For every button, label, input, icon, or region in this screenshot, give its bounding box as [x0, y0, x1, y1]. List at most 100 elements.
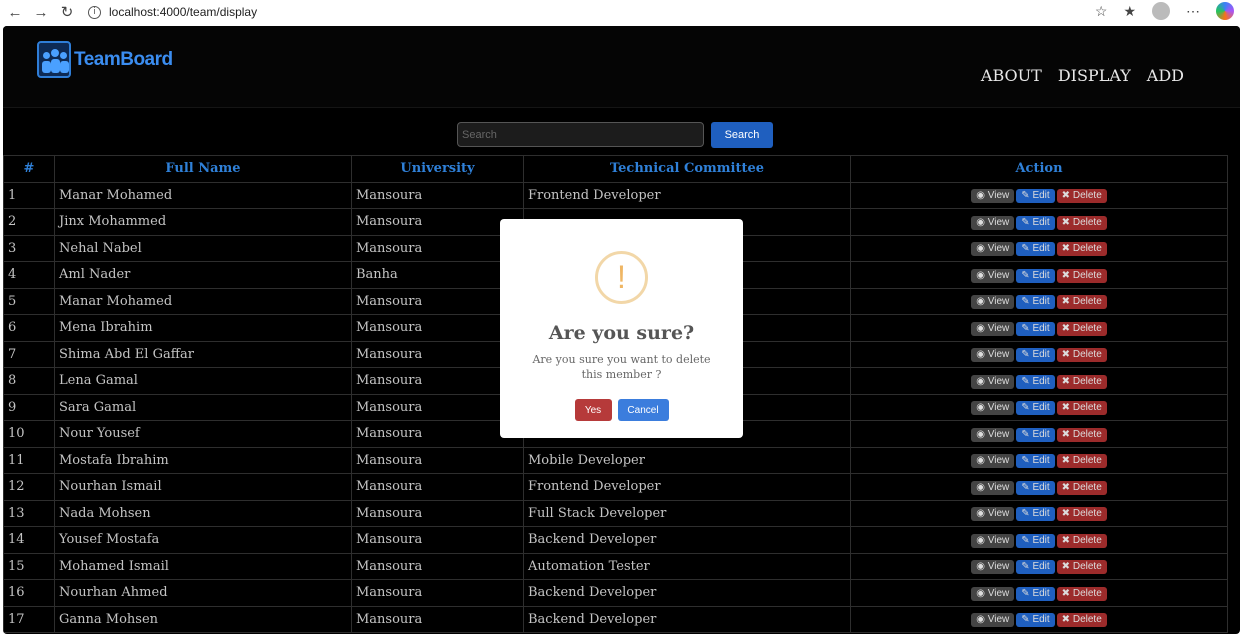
row-full-name: Mena Ibrahim — [54, 314, 352, 342]
row-university: Mansoura — [351, 499, 524, 527]
row-university: Mansoura — [351, 181, 524, 209]
edit-button[interactable]: ✎ Edit — [1016, 374, 1055, 389]
delete-button[interactable]: ✖ Delete — [1056, 295, 1107, 310]
view-button[interactable]: ◉ View — [971, 401, 1015, 416]
delete-button[interactable]: ✖ Delete — [1056, 586, 1107, 601]
view-icon: ◉ — [976, 243, 988, 255]
row-university: Banha — [351, 261, 524, 289]
delete-button[interactable]: ✖ Delete — [1056, 401, 1107, 416]
delete-button[interactable]: ✖ Delete — [1056, 454, 1107, 469]
view-button[interactable]: ◉ View — [971, 321, 1015, 336]
delete-button[interactable]: ✖ Delete — [1056, 613, 1107, 628]
view-button[interactable]: ◉ View — [971, 427, 1015, 442]
edit-button[interactable]: ✎ Edit — [1016, 189, 1055, 204]
more-menu-icon[interactable]: ⋯ — [1186, 3, 1200, 20]
delete-button[interactable]: ✖ Delete — [1056, 560, 1107, 575]
view-button-label: View — [987, 481, 1010, 493]
row-number: 5 — [3, 287, 55, 315]
nav-about[interactable]: ABOUT — [981, 66, 1042, 85]
table-row: 13 Nada Mohsen Mansoura Full Stack Develope… — [3, 499, 1228, 527]
confirm-delete-dialog: ! Are you sure? Are you sure you want to… — [500, 219, 743, 438]
row-full-name: Mohamed Ismail — [54, 552, 352, 580]
edit-button[interactable]: ✎ Edit — [1016, 533, 1055, 548]
info-icon[interactable]: i — [88, 5, 101, 19]
nav-display[interactable]: DISPLAY — [1058, 66, 1131, 85]
view-button[interactable]: ◉ View — [971, 348, 1015, 363]
row-number: 16 — [3, 579, 55, 607]
row-actions: ◉ View ✎ Edit ✖ Delete — [850, 314, 1228, 342]
view-icon: ◉ — [976, 296, 988, 308]
cancel-button[interactable]: Cancel — [617, 399, 669, 421]
view-button[interactable]: ◉ View — [971, 189, 1015, 204]
delete-button[interactable]: ✖ Delete — [1056, 374, 1107, 389]
delete-button[interactable]: ✖ Delete — [1056, 480, 1107, 495]
view-button[interactable]: ◉ View — [971, 480, 1015, 495]
view-button-label: View — [987, 216, 1010, 228]
edit-button[interactable]: ✎ Edit — [1016, 560, 1055, 575]
search-button[interactable]: Search — [711, 122, 773, 148]
copilot-icon[interactable] — [1216, 2, 1234, 20]
delete-button[interactable]: ✖ Delete — [1056, 427, 1107, 442]
edit-button[interactable]: ✎ Edit — [1016, 321, 1055, 336]
view-button[interactable]: ◉ View — [971, 586, 1015, 601]
view-button[interactable]: ◉ View — [971, 560, 1015, 575]
favorites-list-icon[interactable]: ★ — [1123, 3, 1136, 20]
edit-icon: ✎ — [1021, 534, 1033, 546]
url-text[interactable]: localhost:4000/team/display — [109, 5, 257, 19]
view-button[interactable]: ◉ View — [971, 454, 1015, 469]
row-full-name: Manar Mohamed — [54, 287, 352, 315]
edit-button[interactable]: ✎ Edit — [1016, 215, 1055, 230]
edit-button[interactable]: ✎ Edit — [1016, 295, 1055, 310]
edit-icon: ✎ — [1021, 614, 1033, 626]
edit-button[interactable]: ✎ Edit — [1016, 480, 1055, 495]
view-button-label: View — [987, 508, 1010, 520]
view-button[interactable]: ◉ View — [971, 242, 1015, 257]
row-committee: Backend Developer — [523, 605, 851, 633]
view-button[interactable]: ◉ View — [971, 507, 1015, 522]
view-icon: ◉ — [976, 190, 988, 202]
view-button[interactable]: ◉ View — [971, 215, 1015, 230]
view-button[interactable]: ◉ View — [971, 295, 1015, 310]
row-number: 1 — [3, 181, 55, 209]
nav-add[interactable]: ADD — [1147, 66, 1184, 85]
view-button-label: View — [987, 614, 1010, 626]
view-button[interactable]: ◉ View — [971, 613, 1015, 628]
view-button[interactable]: ◉ View — [971, 268, 1015, 283]
delete-button[interactable]: ✖ Delete — [1056, 533, 1107, 548]
delete-button[interactable]: ✖ Delete — [1056, 348, 1107, 363]
edit-button[interactable]: ✎ Edit — [1016, 507, 1055, 522]
edit-icon: ✎ — [1021, 402, 1033, 414]
view-button-label: View — [987, 269, 1010, 281]
delete-button[interactable]: ✖ Delete — [1056, 268, 1107, 283]
view-button[interactable]: ◉ View — [971, 533, 1015, 548]
delete-button[interactable]: ✖ Delete — [1056, 189, 1107, 204]
row-university: Mansoura — [351, 287, 524, 315]
profile-avatar[interactable] — [1152, 2, 1170, 20]
back-icon[interactable]: ← — [4, 2, 26, 22]
delete-button[interactable]: ✖ Delete — [1056, 215, 1107, 230]
row-university: Mansoura — [351, 526, 524, 554]
logo[interactable]: TeamBoard — [37, 41, 173, 78]
row-actions: ◉ View ✎ Edit ✖ Delete — [850, 499, 1228, 527]
edit-button[interactable]: ✎ Edit — [1016, 454, 1055, 469]
edit-button[interactable]: ✎ Edit — [1016, 613, 1055, 628]
search-input[interactable] — [457, 122, 704, 147]
favorite-star-icon[interactable]: ☆ — [1095, 3, 1108, 20]
edit-button[interactable]: ✎ Edit — [1016, 348, 1055, 363]
edit-button[interactable]: ✎ Edit — [1016, 242, 1055, 257]
delete-button[interactable]: ✖ Delete — [1056, 507, 1107, 522]
view-icon: ◉ — [976, 481, 988, 493]
address-bar[interactable]: i localhost:4000/team/display — [88, 2, 257, 22]
edit-button[interactable]: ✎ Edit — [1016, 427, 1055, 442]
table-row: 11 Mostafa Ibrahim Mansoura Mobile Develope… — [3, 446, 1228, 474]
delete-button[interactable]: ✖ Delete — [1056, 242, 1107, 257]
delete-icon: ✖ — [1061, 243, 1073, 255]
view-button[interactable]: ◉ View — [971, 374, 1015, 389]
edit-button[interactable]: ✎ Edit — [1016, 401, 1055, 416]
confirm-yes-button[interactable]: Yes — [574, 399, 612, 421]
forward-icon[interactable]: → — [30, 2, 52, 22]
reload-icon[interactable]: ↻ — [56, 2, 78, 22]
edit-button[interactable]: ✎ Edit — [1016, 268, 1055, 283]
delete-button[interactable]: ✖ Delete — [1056, 321, 1107, 336]
edit-button[interactable]: ✎ Edit — [1016, 586, 1055, 601]
